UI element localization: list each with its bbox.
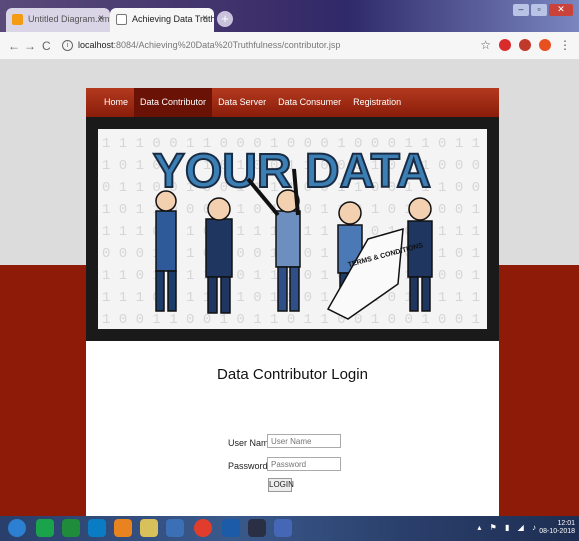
extension-icons: ☆ ⋮ xyxy=(480,38,571,52)
extension-red-icon[interactable] xyxy=(499,39,511,51)
reload-icon[interactable]: C xyxy=(42,39,51,53)
windows-taskbar: ▴ ⚑ ▮ ◢ ♪ 12:01 08-10-2018 xyxy=(0,516,579,541)
url-path: :8084/Achieving%20Data%20Truthfulness/co… xyxy=(113,40,341,50)
taskbar-app-icon[interactable] xyxy=(222,519,240,537)
bookmark-star-icon[interactable]: ☆ xyxy=(480,38,491,52)
browser-toolbar: ← → C i localhost:8084/Achieving%20Data%… xyxy=(0,32,579,60)
forward-arrow-icon[interactable]: → xyxy=(24,39,36,53)
skype-icon[interactable] xyxy=(88,519,106,537)
username-input[interactable] xyxy=(267,434,341,448)
start-button-icon[interactable] xyxy=(8,519,26,537)
svg-text:1 0 0 1 1 0 0 1 0 1 1 0 1 1 0: 1 0 0 1 1 0 0 1 0 1 1 0 1 1 0 0 1 0 0 1 … xyxy=(102,312,487,328)
login-title: Data Contributor Login xyxy=(217,366,368,383)
taskbar-app-icon[interactable] xyxy=(248,519,266,537)
taskbar-app-icon[interactable] xyxy=(62,519,80,537)
tab-close-icon[interactable]: × xyxy=(202,13,208,24)
taskbar-app-icon[interactable] xyxy=(36,519,54,537)
word-icon[interactable] xyxy=(274,519,292,537)
extension-dark-red-icon[interactable] xyxy=(519,39,531,51)
nav-data-server[interactable]: Data Server xyxy=(212,88,272,117)
taskbar-app-icon[interactable] xyxy=(166,519,184,537)
nav-registration[interactable]: Registration xyxy=(347,88,407,117)
address-bar[interactable]: localhost:8084/Achieving%20Data%20Truthf… xyxy=(78,40,340,50)
page-icon xyxy=(116,14,127,25)
drawio-icon xyxy=(12,14,23,25)
site-container: Home Data Contributor Data Server Data C… xyxy=(86,88,499,516)
login-button[interactable]: LOGIN xyxy=(268,478,294,492)
menu-dots-icon[interactable]: ⋮ xyxy=(559,38,571,52)
window-controls: – ▫ ✕ xyxy=(513,4,573,16)
nav-data-contributor[interactable]: Data Contributor xyxy=(134,88,213,117)
hero-banner: 1 1 1 0 0 1 1 0 0 0 1 0 0 0 1 0 0 0 1 1 … xyxy=(86,117,499,341)
system-tray-icons[interactable]: ▴ ⚑ ▮ ◢ ♪ xyxy=(477,523,539,532)
clock-time: 12:01 xyxy=(557,520,575,527)
nav-home[interactable]: Home xyxy=(98,88,134,117)
folder-icon[interactable] xyxy=(140,519,158,537)
banner-illustration: 1 1 1 0 0 1 1 0 0 0 1 0 0 0 1 0 0 0 1 1 … xyxy=(98,129,487,329)
minimize-button[interactable]: – xyxy=(513,4,529,16)
maximize-button[interactable]: ▫ xyxy=(531,4,547,16)
site-navbar: Home Data Contributor Data Server Data C… xyxy=(86,88,499,117)
banner-artwork: 1 1 1 0 0 1 1 0 0 0 1 0 0 0 1 0 0 0 1 1 … xyxy=(102,136,487,328)
web-page: Home Data Contributor Data Server Data C… xyxy=(0,60,579,516)
new-tab-button[interactable]: + xyxy=(217,11,233,27)
clock[interactable]: 12:01 08-10-2018 xyxy=(539,520,575,536)
tab-achieving-data[interactable]: Achieving Data Truthfulness × xyxy=(110,8,214,32)
browser-tab-strip: Untitled Diagram.xml - draw.io × Achievi… xyxy=(0,0,579,32)
tab-close-icon[interactable]: × xyxy=(98,13,104,24)
clock-date: 08-10-2018 xyxy=(539,528,575,535)
nav-data-consumer[interactable]: Data Consumer xyxy=(272,88,347,117)
password-input[interactable] xyxy=(267,457,341,471)
close-window-button[interactable]: ✕ xyxy=(549,4,573,16)
chrome-icon[interactable] xyxy=(194,519,212,537)
info-icon[interactable]: i xyxy=(62,40,73,51)
url-host: localhost xyxy=(78,40,114,50)
password-label: Password xyxy=(228,461,268,471)
back-arrow-icon[interactable]: ← xyxy=(8,39,20,53)
taskbar-app-icon[interactable] xyxy=(114,519,132,537)
tab-drawio[interactable]: Untitled Diagram.xml - draw.io × xyxy=(6,8,110,32)
profile-avatar-icon[interactable] xyxy=(539,39,551,51)
